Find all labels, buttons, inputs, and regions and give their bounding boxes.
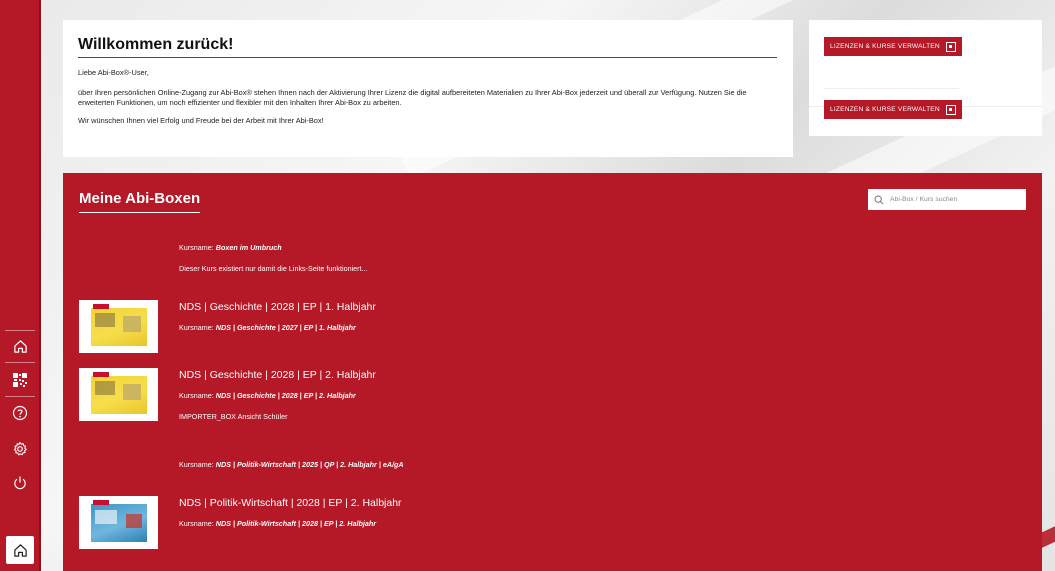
boxes-title: Meine Abi-Boxen [79, 190, 201, 213]
cube-icon [945, 41, 956, 52]
course-name[interactable]: NDS | Geschichte | 2027 | EP | 1. Halbja… [216, 323, 356, 332]
course-name[interactable]: NDS | Geschichte | 2028 | EP | 2. Halbja… [216, 391, 356, 400]
welcome-title: Willkommen zurück! [78, 36, 777, 58]
license-divider [824, 88, 959, 89]
welcome-paragraph: über Ihren persönlichen Online-Zugang zu… [78, 88, 747, 107]
manage-licenses-label: LIZENZEN & KURSE VERWALTEN [830, 43, 940, 50]
sidebar [0, 0, 41, 571]
power-icon [14, 476, 26, 490]
box-cover-image [90, 303, 147, 346]
course-note: IMPORTER_BOX Ansicht Schüler [179, 412, 288, 421]
box-thumbnail[interactable] [79, 496, 158, 549]
box-thumbnail[interactable] [79, 300, 158, 353]
settings-icon [13, 441, 27, 456]
box-title[interactable]: NDS | Geschichte | 2028 | EP | 2. Halbja… [179, 369, 376, 381]
course-prefix: Kursname: [179, 519, 214, 528]
help-icon [12, 405, 28, 421]
box-thumbnail[interactable] [79, 368, 158, 421]
sidebar-home-button[interactable] [6, 332, 34, 360]
manage-licenses-label: LIZENZEN & KURSE VERWALTEN [830, 106, 940, 113]
course-name[interactable]: Boxen im Umbruch [216, 243, 282, 252]
manage-licenses-button-secondary[interactable]: LIZENZEN & KURSE VERWALTEN [824, 100, 962, 119]
course-name[interactable]: NDS | Politik-Wirtschaft | 2025 | QP | 2… [216, 460, 404, 469]
search-input[interactable] [890, 196, 1020, 203]
sidebar-divider [5, 330, 35, 331]
sidebar-logout-button[interactable] [6, 469, 34, 497]
box-cover-image [90, 371, 147, 414]
sidebar-home-bottom-button[interactable] [6, 536, 34, 564]
course-prefix: Kursname: [179, 460, 214, 469]
search-icon [874, 195, 884, 205]
sidebar-divider [5, 396, 35, 397]
course-line: Kursname: NDS | Politik-Wirtschaft | 202… [179, 519, 376, 528]
course-note: Dieser Kurs existiert nur damit die Link… [179, 264, 368, 273]
course-prefix: Kursname: [179, 243, 214, 252]
sidebar-settings-button[interactable] [6, 435, 34, 463]
welcome-card: Willkommen zurück! Liebe Abi-Box®-User, … [63, 20, 793, 157]
home-icon [13, 543, 27, 557]
sidebar-help-button[interactable] [6, 399, 34, 427]
qr-code-icon [13, 373, 27, 387]
course-name[interactable]: NDS | Politik-Wirtschaft | 2028 | EP | 2… [216, 519, 376, 528]
sidebar-qr-button[interactable] [6, 366, 34, 394]
welcome-greeting: Liebe Abi-Box®-User, [78, 68, 149, 77]
home-icon [13, 339, 27, 353]
license-card: LIZENZEN & KURSE VERWALTEN LIZENZEN & KU… [809, 20, 1042, 136]
course-prefix: Kursname: [179, 391, 214, 400]
course-line: Kursname: NDS | Geschichte | 2027 | EP |… [179, 323, 356, 332]
box-title[interactable]: NDS | Politik-Wirtschaft | 2028 | EP | 2… [179, 497, 402, 509]
box-title[interactable]: NDS | Geschichte | 2028 | EP | 1. Halbja… [179, 301, 376, 313]
course-prefix: Kursname: [179, 323, 214, 332]
course-line: Kursname: NDS | Geschichte | 2028 | EP |… [179, 391, 356, 400]
box-search[interactable] [868, 189, 1026, 210]
cube-icon [945, 104, 956, 115]
course-line: Kursname: NDS | Politik-Wirtschaft | 202… [179, 460, 404, 469]
manage-licenses-button[interactable]: LIZENZEN & KURSE VERWALTEN [824, 37, 962, 56]
welcome-closing: Wir wünschen Ihnen viel Erfolg und Freud… [78, 116, 324, 125]
course-line: Kursname: Boxen im Umbruch [179, 243, 282, 252]
sidebar-divider [5, 362, 35, 363]
box-cover-image [90, 499, 147, 542]
abi-boxes-panel: Meine Abi-Boxen Kursname: Boxen im Umbru… [63, 173, 1042, 571]
